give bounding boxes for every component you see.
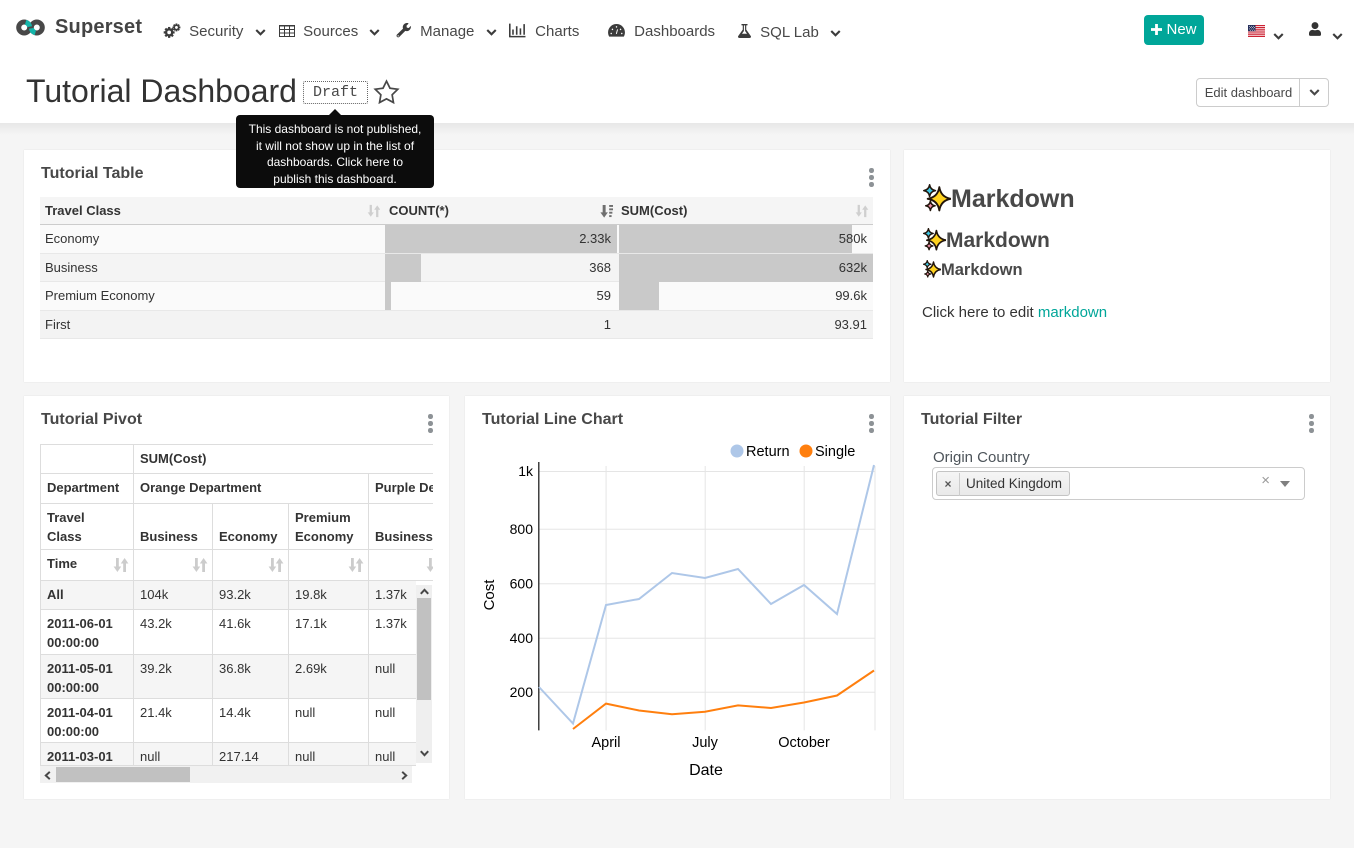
svg-text:Cost: Cost [481,579,498,611]
svg-text:October: October [778,735,830,751]
svg-text:800: 800 [510,521,534,537]
svg-text:Date: Date [689,762,723,779]
svg-text:1k: 1k [518,463,534,479]
svg-text:600: 600 [510,576,534,592]
svg-text:April: April [591,735,620,751]
svg-text:200: 200 [510,684,534,700]
svg-text:Single: Single [815,444,855,460]
svg-text:400: 400 [510,630,534,646]
svg-text:Return: Return [746,444,790,460]
svg-text:July: July [692,735,719,751]
